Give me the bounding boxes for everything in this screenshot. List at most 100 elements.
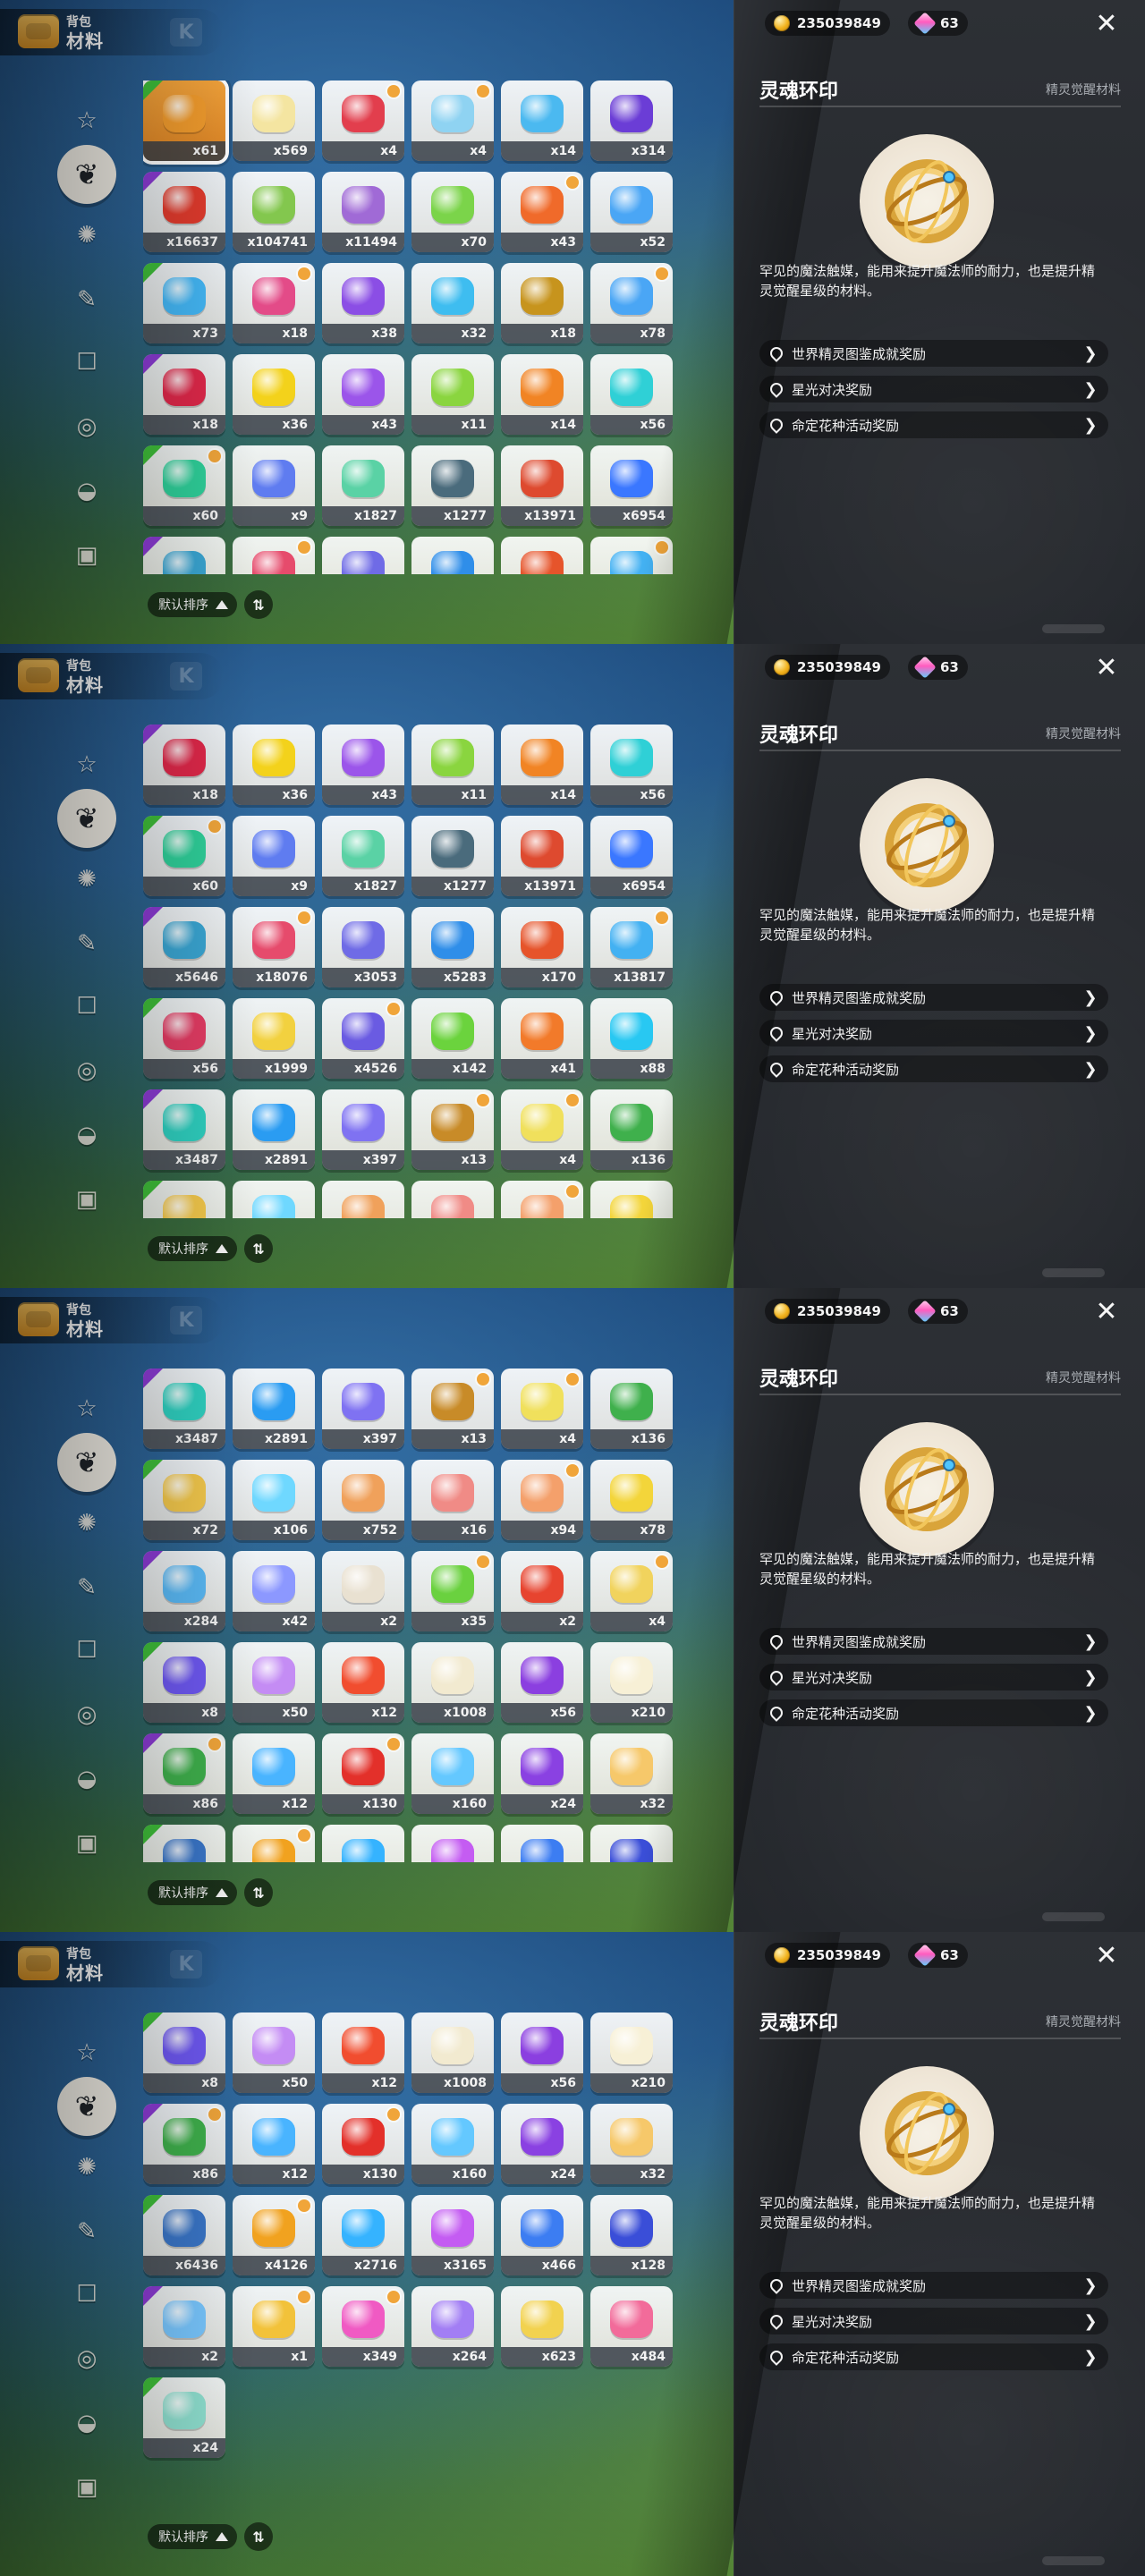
sidebar-item-1[interactable]: ☆	[64, 1386, 109, 1431]
inventory-tile[interactable]: x106	[233, 1460, 315, 1540]
inventory-tile[interactable]: x11494	[322, 172, 404, 252]
sort-dropdown[interactable]: 默认排序	[148, 2524, 237, 2549]
inventory-tile[interactable]: x61	[143, 80, 225, 161]
inventory-tile[interactable]: x484	[590, 2286, 673, 2367]
close-icon[interactable]: ✕	[1092, 1940, 1121, 1971]
inventory-tile[interactable]: x88	[590, 998, 673, 1079]
sidebar-item-2[interactable]: ❦	[57, 789, 116, 848]
reward-source-1[interactable]: 世界精灵图鉴成就奖励 ❯	[759, 1628, 1108, 1655]
sidebar-item-7[interactable]: ◒	[64, 469, 109, 513]
inventory-tile[interactable]: x128	[590, 2195, 673, 2275]
inventory-tile[interactable]: x106	[233, 1181, 315, 1218]
inventory-tile[interactable]: x24	[501, 1733, 583, 1814]
inventory-tile[interactable]: x142	[411, 998, 494, 1079]
inventory-tile[interactable]: x6436	[143, 1825, 225, 1862]
sort-dropdown[interactable]: 默认排序	[148, 1880, 237, 1905]
inventory-tile[interactable]: x43	[501, 172, 583, 252]
inventory-tile[interactable]: x32	[590, 2104, 673, 2184]
sidebar-item-2[interactable]: ❦	[57, 1433, 116, 1492]
inventory-tile[interactable]: x9	[233, 816, 315, 896]
inventory-tile[interactable]: x3165	[411, 1825, 494, 1862]
inventory-tile[interactable]: x397	[322, 1089, 404, 1170]
reward-source-2[interactable]: 星光对决奖励 ❯	[759, 1664, 1108, 1690]
inventory-tile[interactable]: x36	[233, 724, 315, 805]
inventory-tile[interactable]: x78	[590, 263, 673, 343]
inventory-tile[interactable]: x13	[411, 1368, 494, 1449]
reward-source-3[interactable]: 命定花种活动奖励 ❯	[759, 411, 1108, 438]
inventory-tile[interactable]: x130	[322, 2104, 404, 2184]
inventory-tile[interactable]: x73	[143, 263, 225, 343]
inventory-tile[interactable]: x1277	[411, 816, 494, 896]
inventory-tile[interactable]: x349	[322, 2286, 404, 2367]
inventory-tile[interactable]: x466	[501, 1825, 583, 1862]
inventory-tile[interactable]: x4	[411, 80, 494, 161]
inventory-tile[interactable]: x569	[233, 80, 315, 161]
inventory-tile[interactable]: x752	[322, 1460, 404, 1540]
inventory-tile[interactable]: x86	[143, 1733, 225, 1814]
sidebar-item-4[interactable]: ✎	[64, 277, 109, 322]
inventory-tile[interactable]: x14	[501, 354, 583, 435]
inventory-tile[interactable]: x264	[411, 2286, 494, 2367]
inventory-tile[interactable]: x170	[501, 537, 583, 574]
sort-order-toggle[interactable]: ⇅	[244, 590, 273, 619]
inventory-tile[interactable]: x5646	[143, 537, 225, 574]
inventory-tile[interactable]: x56	[590, 354, 673, 435]
inventory-tile[interactable]: x1277	[411, 445, 494, 526]
inventory-tile[interactable]: x16637	[143, 172, 225, 252]
inventory-tile[interactable]: x397	[322, 1368, 404, 1449]
sidebar-item-3[interactable]: ✺	[64, 857, 109, 902]
inventory-tile[interactable]: x160	[411, 1733, 494, 1814]
inventory-tile[interactable]: x210	[590, 1642, 673, 1723]
inventory-tile[interactable]: x3487	[143, 1368, 225, 1449]
inventory-tile[interactable]: x56	[501, 2012, 583, 2093]
reward-source-2[interactable]: 星光对决奖励 ❯	[759, 2308, 1108, 2334]
inventory-tile[interactable]: x43	[322, 724, 404, 805]
inventory-tile[interactable]: x18	[143, 724, 225, 805]
sidebar-item-5[interactable]: ☐	[64, 2272, 109, 2317]
sidebar-item-4[interactable]: ✎	[64, 2209, 109, 2254]
inventory-tile[interactable]: x6954	[590, 816, 673, 896]
sidebar-item-7[interactable]: ◒	[64, 1113, 109, 1157]
inventory-tile[interactable]: x94	[501, 1181, 583, 1218]
reward-source-3[interactable]: 命定花种活动奖励 ❯	[759, 1055, 1108, 1082]
inventory-tile[interactable]: x38	[322, 263, 404, 343]
sidebar-item-1[interactable]: ☆	[64, 742, 109, 787]
inventory-tile[interactable]: x12	[233, 2104, 315, 2184]
inventory-tile[interactable]: x50	[233, 2012, 315, 2093]
inventory-tile[interactable]: x13817	[590, 907, 673, 987]
inventory-tile[interactable]: x1827	[322, 816, 404, 896]
inventory-tile[interactable]: x24	[501, 2104, 583, 2184]
inventory-tile[interactable]: x2891	[233, 1368, 315, 1449]
sort-dropdown[interactable]: 默认排序	[148, 1236, 237, 1261]
inventory-tile[interactable]: x9	[233, 445, 315, 526]
inventory-tile[interactable]: x136	[590, 1368, 673, 1449]
inventory-tile[interactable]: x18	[501, 263, 583, 343]
inventory-tile[interactable]: x104741	[233, 172, 315, 252]
inventory-tile[interactable]: x14	[501, 80, 583, 161]
inventory-tile[interactable]: x2	[143, 2286, 225, 2367]
inventory-tile[interactable]: x2	[501, 1551, 583, 1631]
inventory-tile[interactable]: x4126	[233, 2195, 315, 2275]
inventory-tile[interactable]: x18	[143, 354, 225, 435]
reward-source-1[interactable]: 世界精灵图鉴成就奖励 ❯	[759, 984, 1108, 1011]
inventory-tile[interactable]: x130	[322, 1733, 404, 1814]
inventory-tile[interactable]: x623	[501, 2286, 583, 2367]
inventory-tile[interactable]: x72	[143, 1181, 225, 1218]
inventory-tile[interactable]: x13	[411, 1089, 494, 1170]
sidebar-item-2[interactable]: ❦	[57, 145, 116, 204]
sidebar-item-5[interactable]: ☐	[64, 984, 109, 1029]
inventory-tile[interactable]: x466	[501, 2195, 583, 2275]
sort-dropdown[interactable]: 默认排序	[148, 592, 237, 617]
inventory-tile[interactable]: x12	[322, 1642, 404, 1723]
inventory-tile[interactable]: x56	[501, 1642, 583, 1723]
inventory-tile[interactable]: x5283	[411, 537, 494, 574]
inventory-tile[interactable]: x1008	[411, 2012, 494, 2093]
inventory-tile[interactable]: x41	[501, 998, 583, 1079]
close-icon[interactable]: ✕	[1092, 652, 1121, 683]
inventory-tile[interactable]: x3053	[322, 907, 404, 987]
sidebar-item-3[interactable]: ✺	[64, 213, 109, 258]
sidebar-item-6[interactable]: ◎	[64, 2336, 109, 2381]
inventory-tile[interactable]: x1008	[411, 1642, 494, 1723]
sidebar-item-8[interactable]: ▣	[64, 2465, 109, 2510]
inventory-tile[interactable]: x4	[501, 1089, 583, 1170]
